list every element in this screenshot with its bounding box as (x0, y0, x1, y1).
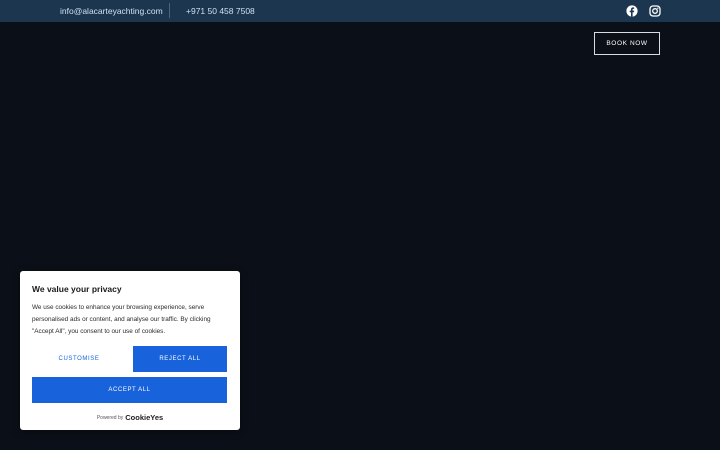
book-now-button[interactable]: BOOK NOW (594, 32, 660, 55)
cookie-description: We use cookies to enhance your browsing … (32, 304, 211, 335)
topbar-divider (169, 3, 170, 18)
cookieyes-logo: CookieYes (125, 413, 164, 422)
cookie-consent-banner: We value your privacy We use cookies to … (20, 271, 240, 430)
accept-all-button[interactable]: ACCEPT ALL (32, 377, 227, 403)
reject-all-button[interactable]: REJECT ALL (133, 346, 227, 372)
powered-by[interactable]: Powered by CookieYes (20, 413, 240, 423)
top-bar: info@alacarteyachting.com +971 50 458 75… (0, 0, 720, 23)
customise-button[interactable]: CUSTOMISE (32, 346, 126, 372)
powered-by-label: Powered by (96, 415, 124, 421)
phone-link[interactable]: +971 50 458 7508 (186, 5, 255, 17)
instagram-icon[interactable] (649, 5, 661, 17)
email-link[interactable]: info@alacarteyachting.com (60, 5, 163, 17)
facebook-icon[interactable] (626, 5, 638, 17)
cookie-title: We value your privacy (32, 284, 122, 294)
